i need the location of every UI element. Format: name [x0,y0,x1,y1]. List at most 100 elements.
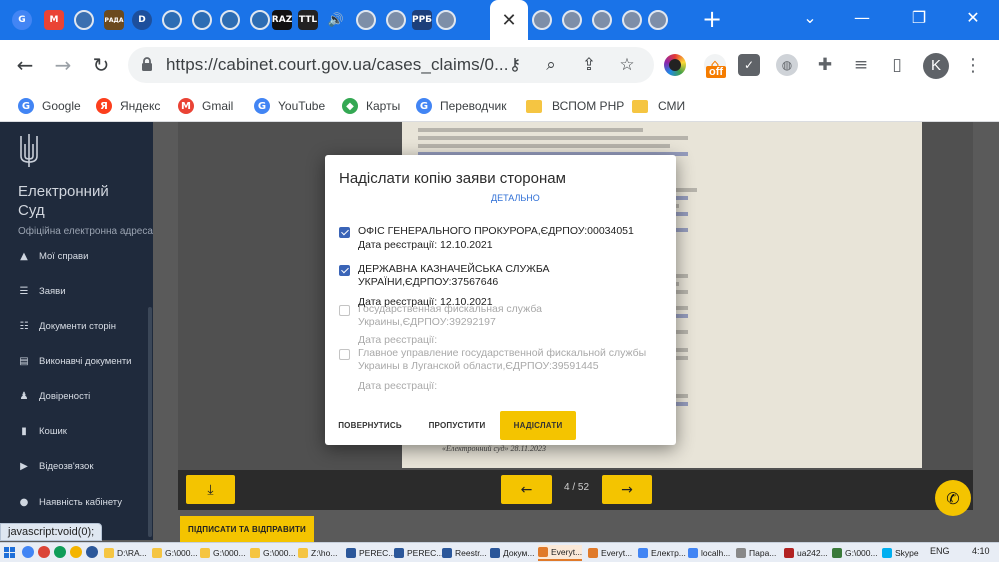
tab-search-icon[interactable]: ⌄ [792,6,828,32]
bookmark-item[interactable]: ◆ Карты [342,96,400,116]
browser-pinned-icon[interactable] [54,546,66,558]
sidebar-menu-item[interactable]: ☷ Документи сторін [18,317,117,335]
taskbar-window-button[interactable]: G:\000... [200,545,246,561]
share-icon[interactable]: ⇪ [578,54,600,76]
browser-tab[interactable]: G [8,6,36,34]
taskbar-window-button[interactable]: Докум... [490,545,534,561]
globe-extension-icon[interactable]: ◍ [776,54,798,76]
download-button[interactable]: ⤓ [186,475,235,504]
media-control-icon[interactable]: ≡ [850,54,872,76]
explorer-pinned-icon[interactable] [70,546,82,558]
browser-tab[interactable] [188,6,216,34]
taskbar-window-button[interactable]: localh... [688,545,730,561]
browser-tab[interactable] [644,6,672,34]
browser-tab[interactable]: 🔊 [322,6,350,34]
opera-pinned-icon[interactable] [38,546,50,558]
url-text[interactable]: https://cabinet.court.gov.ua/cases_claim… [166,55,509,75]
taskbar-window-button[interactable]: Skype [882,545,919,561]
back-button[interactable]: ← [12,52,38,78]
previous-page-button[interactable]: ← [501,475,552,504]
sidebar-menu-item[interactable]: ▶ Відеозв'язок [18,457,93,475]
browser-tab[interactable]: M [40,6,68,34]
browser-tab[interactable]: РАДА [100,6,128,34]
party-checkbox[interactable] [339,265,350,276]
side-panel-icon[interactable]: ▯ [886,54,908,76]
browser-tab[interactable] [558,6,586,34]
bookmark-item[interactable]: G Google [18,96,81,116]
sidebar-menu-item[interactable]: ● Наявність кабінету [18,493,122,511]
sidebar-menu-item[interactable]: ▲ Мої справи [18,247,88,265]
taskbar-window-button[interactable]: Everyt... [588,545,632,561]
tray-language[interactable]: ENG [930,546,950,556]
sidebar-menu-item[interactable]: ▤ Виконавчі документи [18,352,131,370]
skip-button[interactable]: ПРОПУСТИТИ [429,411,486,440]
tab-favicon-icon [74,10,94,30]
back-dialog-button[interactable]: ПОВЕРНУТИСЬ [338,411,401,440]
bookmark-item[interactable]: G Переводчик [416,96,507,116]
browser-tab[interactable] [432,6,460,34]
taskbar-window-button[interactable]: PEREC... [394,545,443,561]
taskbar-window-button[interactable]: Z:\ho... [298,545,337,561]
shield-extension-icon[interactable]: ✓ [738,54,760,76]
word-pinned-icon[interactable] [86,546,98,558]
party-checkbox[interactable] [339,227,350,238]
phone-call-button[interactable]: ✆ [935,480,971,516]
next-page-button[interactable]: → [602,475,652,504]
lock-icon [142,57,152,71]
close-window-button[interactable]: ✕ [955,6,991,32]
browser-tab[interactable]: TTL [294,6,322,34]
new-tab-button[interactable]: + [698,6,726,34]
taskbar-window-button[interactable]: D:\RA... [104,545,147,561]
browser-tab[interactable] [352,6,380,34]
bookmark-item[interactable]: G YouTube [254,96,325,116]
browser-tab[interactable] [158,6,186,34]
details-link[interactable]: ДЕТАЛЬНО [491,193,540,203]
profile-avatar[interactable]: K [923,53,949,79]
bookmark-item[interactable]: M Gmail [178,96,233,116]
browser-tab[interactable] [70,6,98,34]
bookmark-star-icon[interactable]: ☆ [616,54,638,76]
bookmark-item[interactable]: Я Яндекс [96,96,160,116]
windows-start-icon[interactable] [4,547,15,558]
browser-tab[interactable]: D [128,6,156,34]
sidebar-menu-item[interactable]: ☰ Заяви [18,282,66,300]
browser-tab[interactable] [588,6,616,34]
taskbar-window-button[interactable]: Everyt... [538,545,583,561]
active-tab[interactable]: ✕ [490,0,528,40]
taskbar-window-button[interactable]: ua242... [784,545,828,561]
zoom-icon[interactable]: ⌕ [540,54,562,76]
browser-menu-icon[interactable]: ⋮ [962,54,984,76]
taskbar-window-button[interactable]: G:\000... [832,545,878,561]
sidebar-menu-item[interactable]: ♟ Довіреності [18,387,91,405]
browser-tab[interactable] [216,6,244,34]
browser-tab[interactable] [382,6,410,34]
taskbar-window-button[interactable]: G:\000... [152,545,198,561]
bookmark-item[interactable]: ВСПОМ РНР [526,96,624,116]
minimize-button[interactable]: — [844,6,880,32]
restore-button[interactable]: ❐ [901,6,937,32]
extensions-puzzle-icon[interactable]: ✚ [814,54,836,76]
site-subtitle[interactable]: Офіційна електронна адреса [18,226,153,237]
taskbar-window-button[interactable]: PEREC... [346,545,395,561]
taskbar-window-button[interactable]: Reestr... [442,545,487,561]
taskbar-window-button[interactable]: Пара... [736,545,776,561]
close-tab-icon[interactable]: ✕ [501,10,516,31]
forward-button[interactable]: → [50,52,76,78]
send-button[interactable]: НАДІСЛАТИ [500,411,576,440]
sidebar-menu-item[interactable]: ▮ Кошик [18,422,67,440]
browser-tab[interactable] [528,6,556,34]
tab-favicon-icon: РРБ [412,10,432,30]
tray-clock[interactable]: 4:10 [972,546,990,556]
browser-tab[interactable] [618,6,646,34]
sign-and-send-button[interactable]: ПІДПИСАТИ ТА ВІДПРАВИТИ [180,516,314,542]
browser-tab[interactable]: RAZ [268,6,296,34]
reload-button[interactable]: ↻ [88,52,114,78]
color-picker-extension-icon[interactable] [664,54,686,76]
sidebar-scrollbar[interactable] [148,307,152,537]
taskbar-window-button[interactable]: Електр... [638,545,686,561]
address-bar[interactable]: https://cabinet.court.gov.ua/cases_claim… [128,47,654,83]
taskbar-window-button[interactable]: G:\000... [250,545,296,561]
bookmark-item[interactable]: СМИ [632,96,685,116]
chrome-pinned-icon[interactable] [22,546,34,558]
key-icon[interactable]: ⚷ [504,54,526,76]
